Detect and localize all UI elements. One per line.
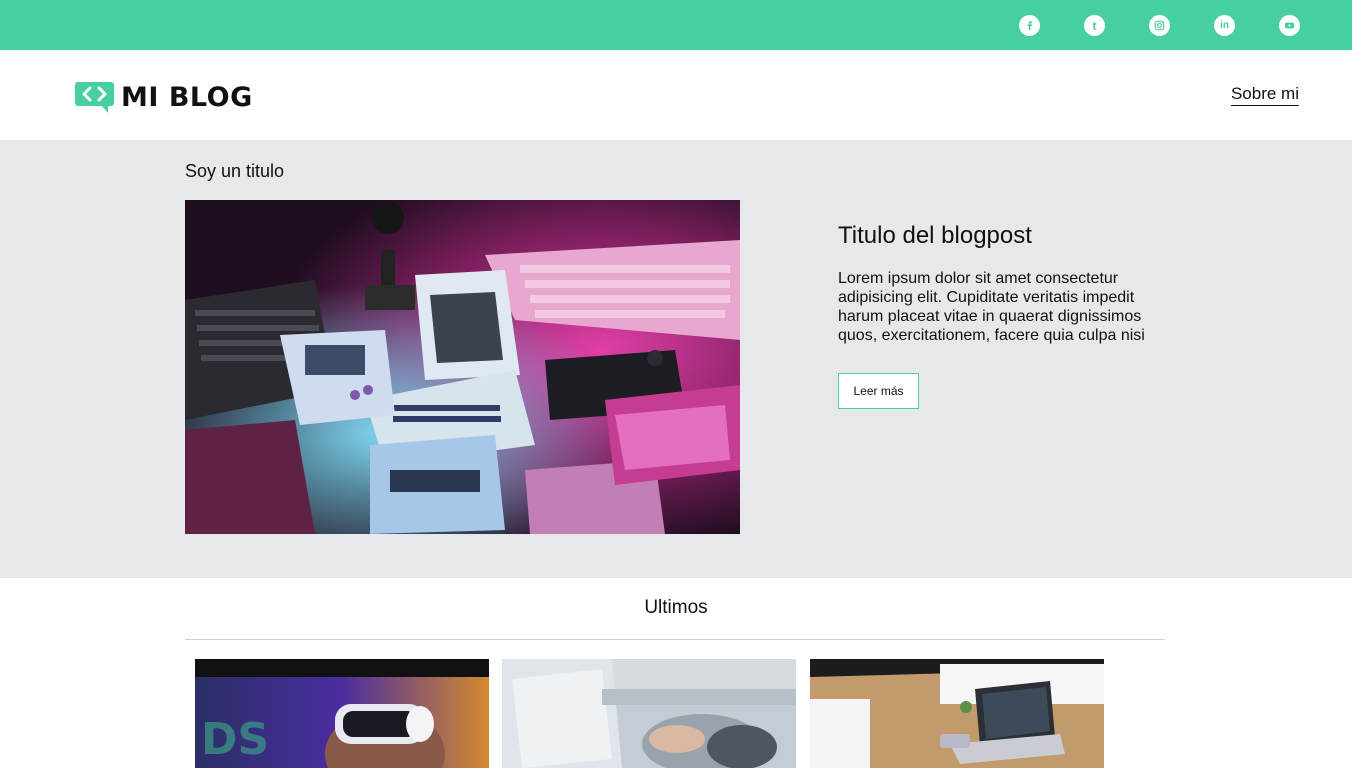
post-title[interactable]: Titulo del blogpost xyxy=(838,222,1032,250)
latest-post-card-desk[interactable] xyxy=(810,659,1104,768)
site-header: MI BLOG Sobre mi xyxy=(0,50,1352,140)
section-title: Soy un titulo xyxy=(185,161,285,181)
latest-post-card-vr[interactable]: DS xyxy=(195,659,489,768)
vr-headset-photo: DS xyxy=(195,659,489,768)
latest-post-card-laptop[interactable] xyxy=(502,659,796,768)
featured-section: Soy un titulo Titulo del blogpost Lorem … xyxy=(0,140,1352,578)
linkedin-letters: in xyxy=(1220,19,1229,31)
tumblr-icon[interactable]: t xyxy=(1084,15,1105,36)
logo-text: MI BLOG xyxy=(121,81,253,113)
laptop-typing-photo xyxy=(502,659,796,768)
featured-post-image[interactable] xyxy=(185,200,740,534)
read-more-button[interactable]: Leer más xyxy=(838,373,919,409)
latest-section-title: Ultimos xyxy=(644,597,708,618)
linkedin-icon[interactable]: in xyxy=(1214,15,1235,36)
instagram-icon[interactable] xyxy=(1149,15,1170,36)
desk-laptop-photo xyxy=(810,659,1104,768)
tumblr-letter: t xyxy=(1092,18,1097,33)
post-excerpt: Lorem ipsum dolor sit amet consectetur a… xyxy=(838,270,1145,344)
youtube-icon[interactable] xyxy=(1279,15,1300,36)
section-divider xyxy=(185,639,1165,640)
svg-text:DS: DS xyxy=(201,714,269,765)
retro-computers-photo xyxy=(185,200,740,534)
code-bubble-icon xyxy=(75,82,114,113)
social-bar: t in xyxy=(0,0,1352,50)
facebook-icon[interactable] xyxy=(1019,15,1040,36)
nav-link-sobre-mi[interactable]: Sobre mi xyxy=(1230,84,1299,106)
site-logo[interactable]: MI BLOG xyxy=(75,80,253,114)
